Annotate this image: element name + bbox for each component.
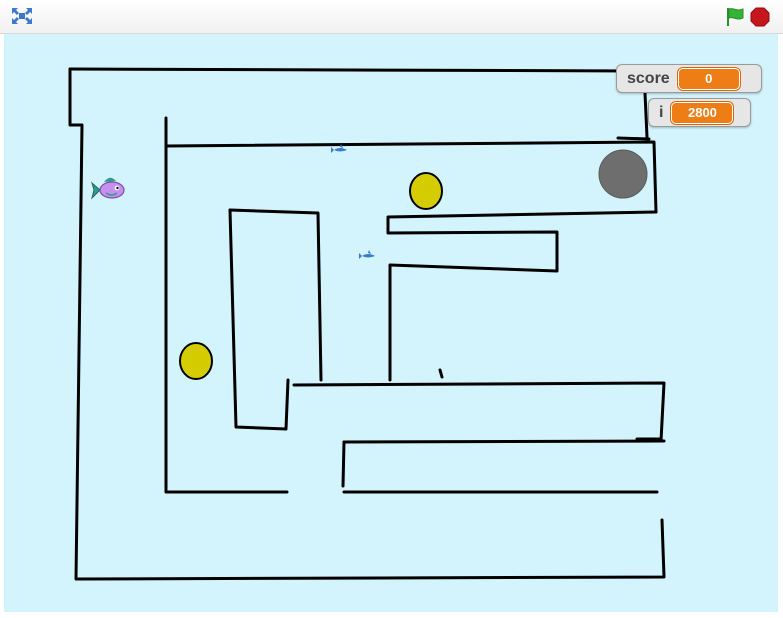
game-stage[interactable]: score 0 i 2800	[4, 34, 778, 612]
fish-sprite[interactable]	[91, 177, 125, 200]
gold-coin[interactable]	[179, 342, 213, 380]
stop-icon[interactable]	[750, 7, 770, 27]
shark-sprite[interactable]	[359, 250, 375, 259]
player-toolbar	[0, 0, 783, 34]
score-monitor[interactable]: score 0	[616, 64, 762, 93]
goal-ball[interactable]	[598, 149, 648, 199]
score-value: 0	[677, 67, 740, 90]
score-label: score	[627, 69, 670, 87]
gold-coin[interactable]	[409, 172, 443, 210]
green-flag-icon[interactable]	[724, 7, 746, 27]
i-monitor[interactable]: i 2800	[648, 98, 751, 127]
fullscreen-icon[interactable]	[10, 6, 34, 26]
i-value: 2800	[671, 101, 734, 124]
i-label: i	[659, 103, 664, 121]
maze-walls	[68, 67, 666, 581]
